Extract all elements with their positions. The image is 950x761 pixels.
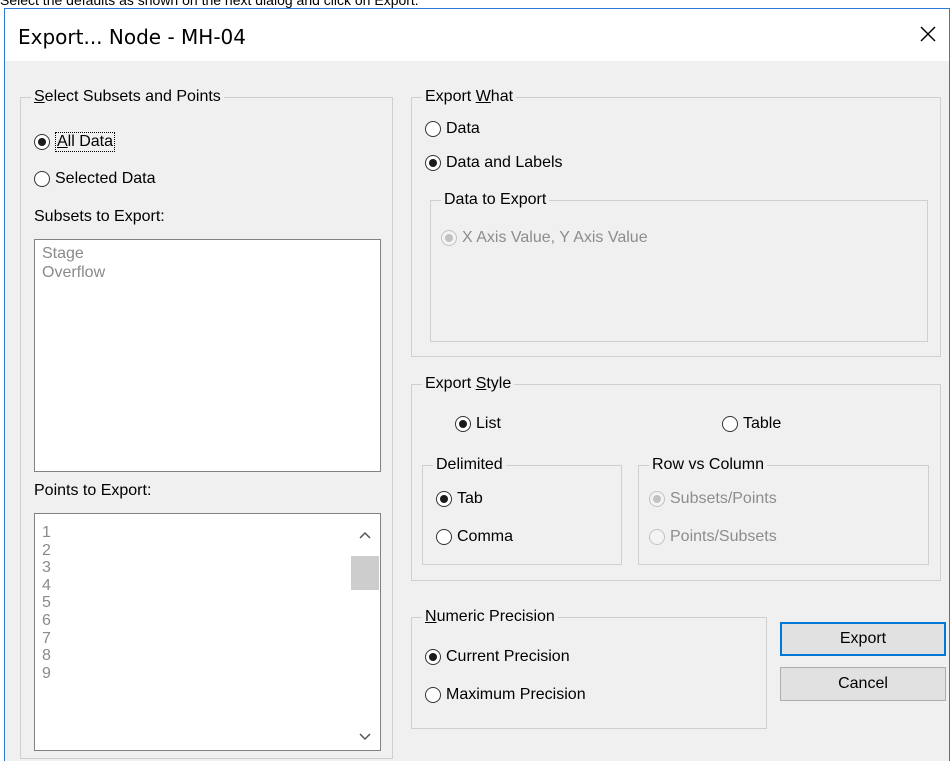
dialog-title: Export... Node - MH-04 <box>18 25 246 49</box>
cancel-button[interactable]: Cancel <box>780 667 946 701</box>
radio-data-and-labels[interactable]: Data and Labels <box>425 154 563 172</box>
radio-indicator <box>455 416 471 432</box>
radio-indicator <box>649 491 665 507</box>
radio-subsets-points: Subsets/Points <box>649 490 777 508</box>
export-style-group: Export Style List Table Delimited Tab Co… <box>411 374 941 581</box>
export-button[interactable]: Export <box>780 622 946 656</box>
numeric-precision-legend: Numeric Precision <box>422 607 558 627</box>
radio-data-and-labels-label: Data and Labels <box>446 154 563 171</box>
point-list-item[interactable]: 8 <box>35 647 380 665</box>
radio-points-subsets: Points/Subsets <box>649 528 777 546</box>
export-dialog: Export... Node - MH-04 Select Subsets an… <box>4 8 950 761</box>
scroll-thumb[interactable] <box>351 556 379 590</box>
radio-indicator <box>722 416 738 432</box>
radio-indicator <box>436 529 452 545</box>
radio-tab-label: Tab <box>457 490 483 507</box>
radio-indicator <box>34 134 50 150</box>
radio-x-y-axis-value-label: X Axis Value, Y Axis Value <box>462 229 648 246</box>
point-list-item[interactable]: 2 <box>35 542 380 560</box>
chevron-down-icon[interactable] <box>358 732 372 742</box>
points-to-export-label: Points to Export: <box>34 482 152 499</box>
data-to-export-group: Data to Export X Axis Value, Y Axis Valu… <box>430 190 928 342</box>
point-list-item[interactable]: 5 <box>35 594 380 612</box>
radio-indicator <box>649 529 665 545</box>
close-icon[interactable] <box>913 19 943 49</box>
radio-subsets-points-label: Subsets/Points <box>670 490 777 507</box>
subset-list-item[interactable]: Overflow <box>35 263 380 282</box>
delimited-group: Delimited Tab Comma <box>422 455 622 565</box>
radio-comma[interactable]: Comma <box>436 528 513 546</box>
points-scrollbar[interactable] <box>350 514 380 750</box>
subsets-to-export-label: Subsets to Export: <box>34 208 165 225</box>
point-list-item[interactable]: 3 <box>35 559 380 577</box>
radio-table[interactable]: Table <box>722 415 781 433</box>
data-to-export-legend: Data to Export <box>441 190 550 210</box>
delimited-legend: Delimited <box>433 455 506 475</box>
row-vs-column-legend: Row vs Column <box>649 455 768 475</box>
title-bar: Export... Node - MH-04 <box>5 9 949 61</box>
radio-current-precision[interactable]: Current Precision <box>425 648 570 666</box>
subset-list-item[interactable]: Stage <box>35 244 380 263</box>
radio-current-precision-label: Current Precision <box>446 648 570 665</box>
radio-selected-data[interactable]: Selected Data <box>34 170 156 188</box>
radio-indicator <box>436 491 452 507</box>
radio-all-data-label: All Data <box>55 132 116 152</box>
instruction-caption: Select the defaults as shown on the next… <box>0 0 419 8</box>
point-list-item[interactable]: 6 <box>35 612 380 630</box>
radio-list[interactable]: List <box>455 415 501 433</box>
point-list-item[interactable]: 9 <box>35 665 380 683</box>
radio-comma-label: Comma <box>457 528 514 545</box>
radio-points-subsets-label: Points/Subsets <box>670 528 777 545</box>
point-list-item[interactable]: 7 <box>35 630 380 648</box>
subsets-points-group: Select Subsets and Points All Data Selec… <box>20 87 393 759</box>
point-list-item[interactable]: 4 <box>35 577 380 595</box>
export-what-group: Export What Data Data and Labels Data to… <box>411 87 941 357</box>
radio-indicator <box>425 687 441 703</box>
radio-indicator <box>425 649 441 665</box>
export-style-legend: Export Style <box>422 374 515 394</box>
chevron-up-icon[interactable] <box>358 530 372 540</box>
radio-indicator <box>425 121 441 137</box>
radio-indicator <box>34 171 50 187</box>
radio-maximum-precision-label: Maximum Precision <box>446 686 586 703</box>
radio-indicator <box>425 155 441 171</box>
radio-tab[interactable]: Tab <box>436 490 483 508</box>
point-list-item[interactable]: 1 <box>35 524 380 542</box>
radio-indicator <box>441 230 457 246</box>
radio-data-label: Data <box>446 120 480 137</box>
radio-x-y-axis-value: X Axis Value, Y Axis Value <box>441 229 648 247</box>
numeric-precision-group: Numeric Precision Current Precision Maxi… <box>411 607 767 729</box>
subsets-points-legend: Select Subsets and Points <box>31 87 224 107</box>
radio-maximum-precision[interactable]: Maximum Precision <box>425 686 586 704</box>
subsets-listbox[interactable]: Stage Overflow <box>34 239 381 472</box>
export-what-legend: Export What <box>422 87 517 107</box>
radio-list-label: List <box>476 415 501 432</box>
points-listbox[interactable]: 123456789 <box>34 513 381 751</box>
radio-selected-data-label: Selected Data <box>55 170 156 187</box>
radio-table-label: Table <box>743 415 782 432</box>
radio-all-data[interactable]: All Data <box>34 132 116 152</box>
row-vs-column-group: Row vs Column Subsets/Points Points/Subs… <box>638 455 929 565</box>
radio-data[interactable]: Data <box>425 120 480 138</box>
